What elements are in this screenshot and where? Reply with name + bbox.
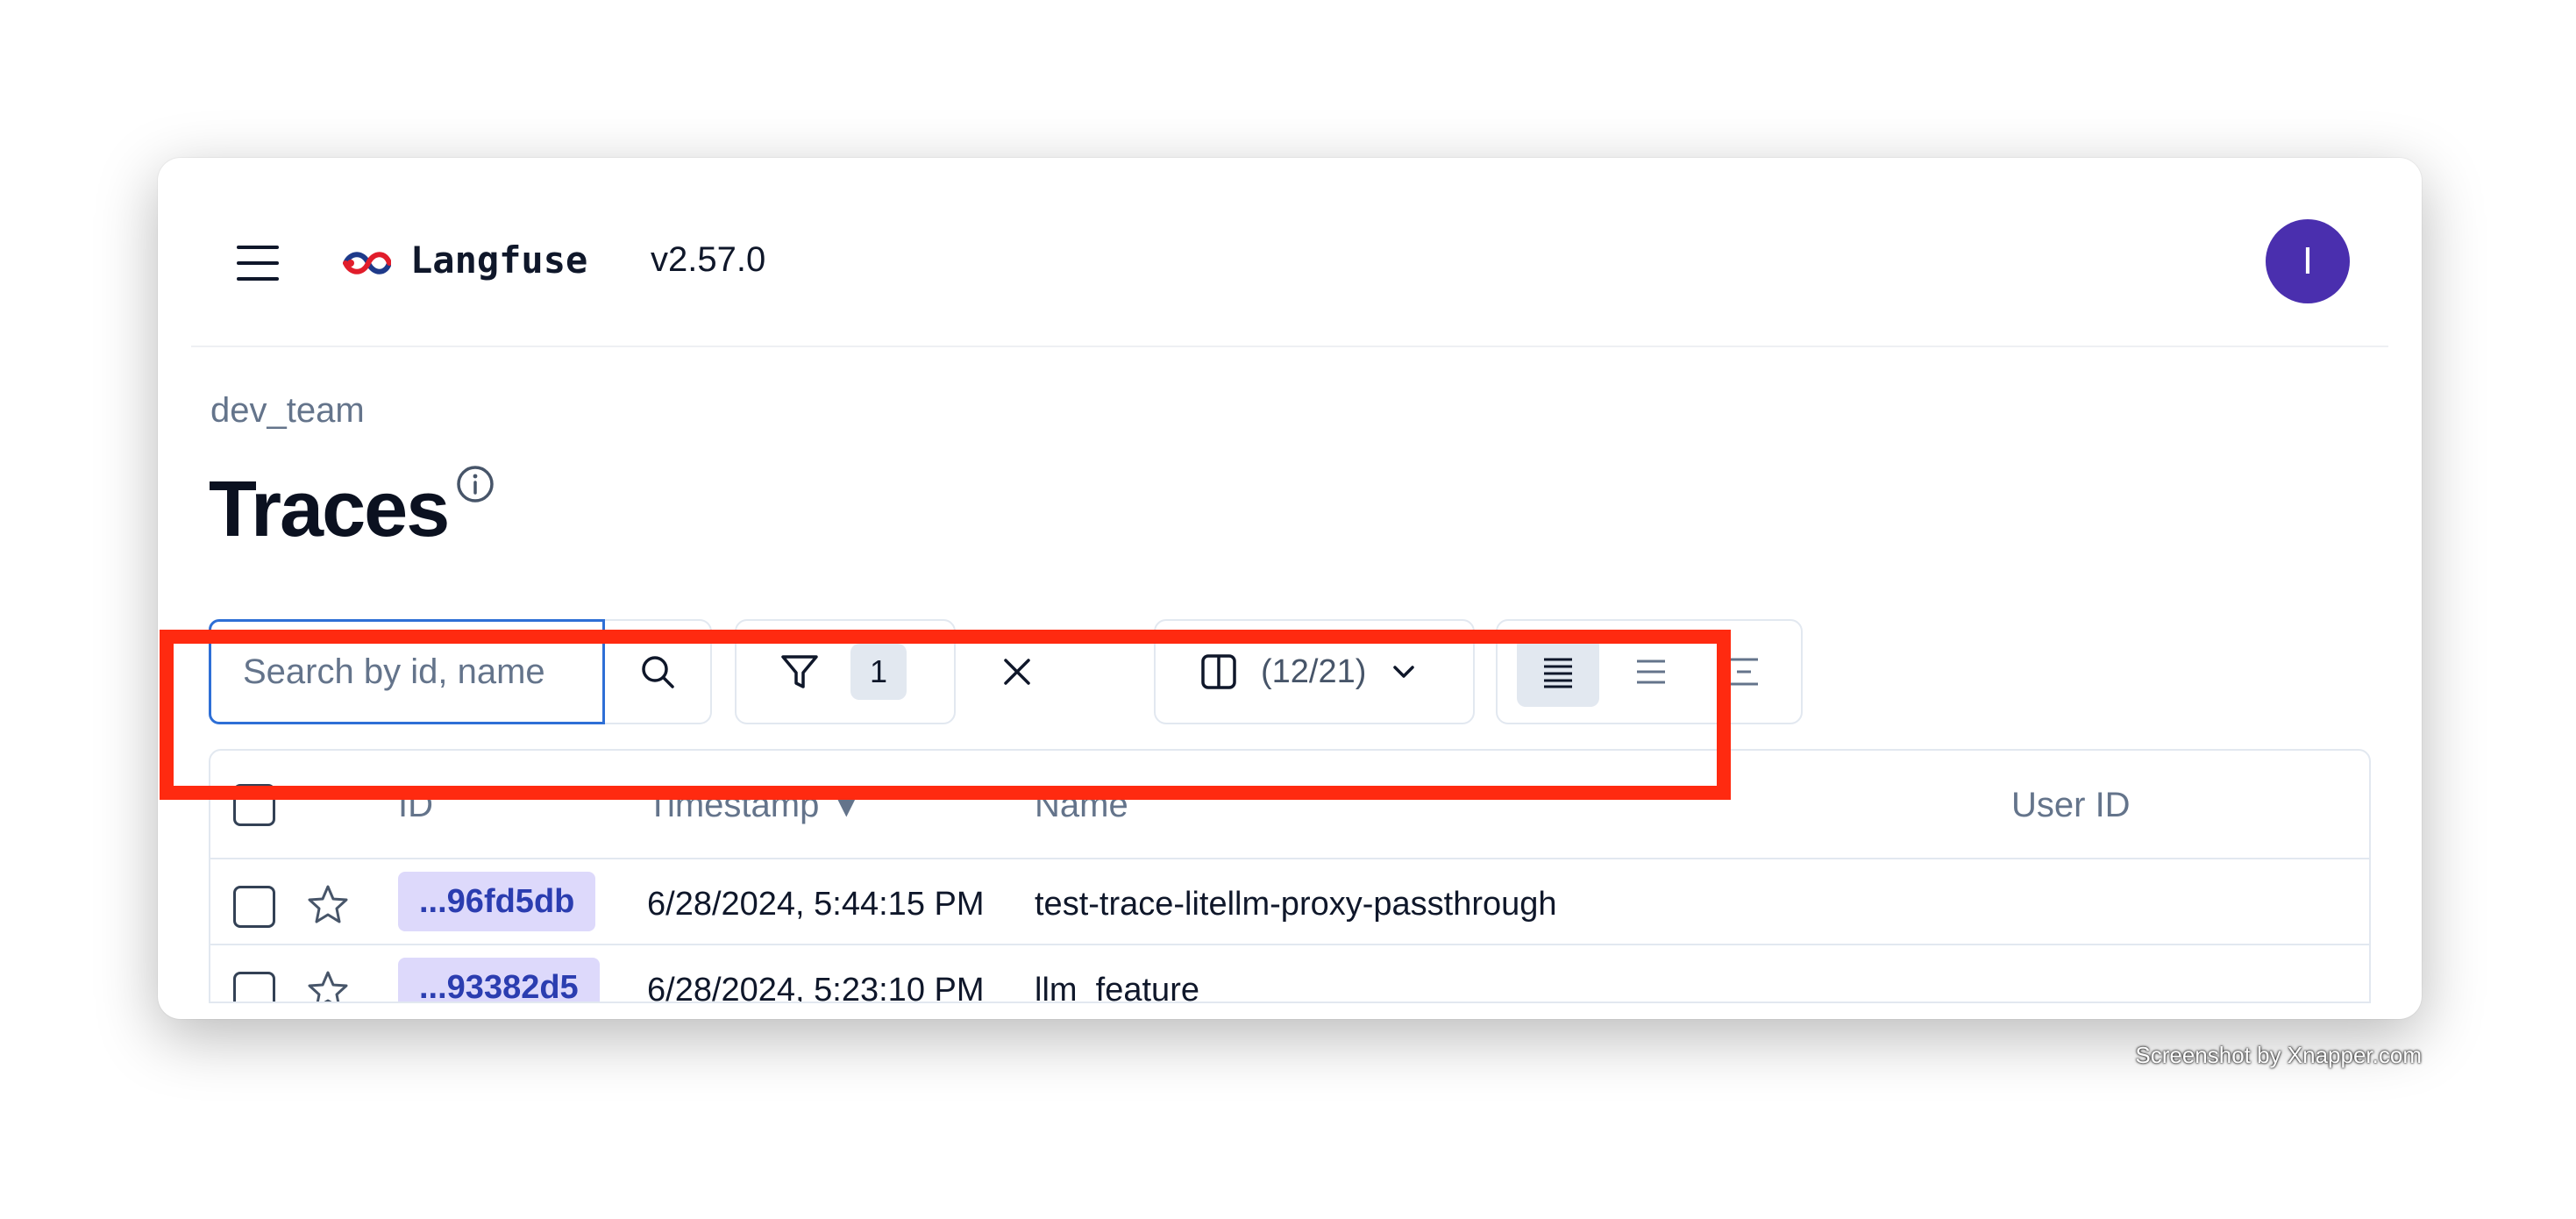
density-large-button[interactable] [1703, 637, 1785, 707]
columns-visibility-button[interactable]: (12/21) [1154, 619, 1475, 724]
chevron-down-icon [1393, 666, 1415, 678]
breadcrumb-project[interactable]: dev_team [210, 391, 365, 431]
user-avatar[interactable]: I [2266, 219, 2350, 303]
row-name: llm_feature [1035, 972, 1199, 1003]
columns-icon [1201, 654, 1236, 689]
row-checkbox[interactable] [233, 886, 275, 928]
close-icon [1004, 659, 1030, 685]
row-name: test-trace-litellm-proxy-passthrough [1035, 886, 1557, 923]
row-timestamp: 6/28/2024, 5:44:15 PM [647, 886, 985, 923]
filter-count-badge: 1 [850, 644, 907, 700]
rows-dense-icon [1544, 658, 1572, 688]
app-window: Langfuse v2.57.0 I dev_team Traces 1 [158, 158, 2422, 1019]
header-id[interactable]: ID [398, 786, 433, 825]
langfuse-logo-icon [343, 252, 391, 274]
page-title: Traces [209, 466, 450, 553]
version-label: v2.57.0 [651, 240, 766, 279]
table-header: ID Timestamp ▼ Name User ID [210, 751, 2369, 859]
table-row[interactable]: ...96fd5db 6/28/2024, 5:44:15 PM test-tr… [210, 859, 2369, 945]
search-input[interactable] [243, 652, 602, 692]
header-user-id[interactable]: User ID [2011, 786, 2131, 825]
menu-icon[interactable] [237, 246, 279, 281]
watermark: Screenshot by Xnapper.com [2135, 1042, 2422, 1068]
rows-medium-icon [1637, 659, 1665, 684]
header-name[interactable]: Name [1035, 786, 1128, 825]
star-icon[interactable] [305, 968, 351, 1003]
avatar-initial: I [2302, 239, 2314, 282]
search-icon [642, 656, 674, 688]
row-timestamp: 6/28/2024, 5:23:10 PM [647, 972, 985, 1003]
trace-id-chip[interactable]: ...96fd5db [398, 872, 596, 931]
search-button[interactable] [605, 619, 712, 724]
density-medium-button[interactable] [1610, 637, 1692, 707]
columns-count-label: (12/21) [1261, 652, 1367, 690]
top-bar: Langfuse v2.57.0 I [191, 158, 2388, 347]
table-row[interactable]: ...93382d5 6/28/2024, 5:23:10 PM llm_fea… [210, 945, 2369, 1003]
info-icon[interactable] [454, 463, 496, 505]
trace-id-chip[interactable]: ...93382d5 [398, 958, 600, 1002]
density-compact-button[interactable] [1517, 637, 1599, 707]
header-timestamp[interactable]: Timestamp ▼ [647, 786, 864, 825]
search-field[interactable] [209, 619, 605, 724]
filter-icon [781, 655, 818, 688]
filter-button[interactable]: 1 [735, 619, 956, 724]
row-checkbox[interactable] [233, 972, 275, 1002]
star-icon[interactable] [305, 882, 351, 928]
row-density-toggle [1496, 619, 1803, 724]
clear-filters-button[interactable] [989, 644, 1045, 700]
traces-table: ID Timestamp ▼ Name User ID ...96fd5db 6… [209, 749, 2371, 1003]
select-all-checkbox[interactable] [233, 784, 275, 826]
rows-large-icon [1730, 658, 1758, 686]
brand-name[interactable]: Langfuse [410, 239, 587, 282]
